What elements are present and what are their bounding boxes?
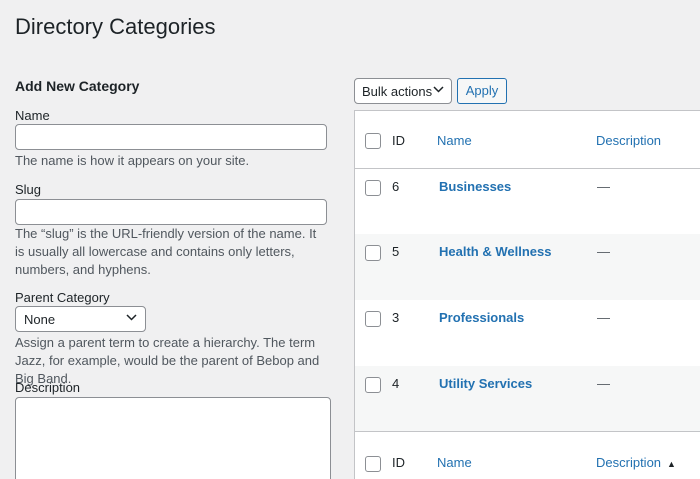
parent-category-label: Parent Category xyxy=(15,290,110,305)
table-row: 4 Utility Services — xyxy=(355,366,700,431)
row-checkbox[interactable] xyxy=(365,180,381,196)
sort-ascending-icon: ▲ xyxy=(667,459,676,469)
page-title: Directory Categories xyxy=(15,14,216,39)
chevron-down-icon xyxy=(433,86,444,93)
footer-column-name-sort[interactable]: Name xyxy=(437,455,472,470)
slug-help: The “slug” is the URL-friendly version o… xyxy=(15,226,317,277)
column-description-sort[interactable]: Description xyxy=(596,133,661,148)
table-row: 3 Professionals — xyxy=(355,300,700,366)
select-all-checkbox[interactable] xyxy=(365,133,381,149)
row-checkbox[interactable] xyxy=(365,311,381,327)
name-label: Name xyxy=(15,108,50,123)
bulk-actions-select[interactable]: Bulk actions xyxy=(354,78,452,104)
row-name-link[interactable]: Utility Services xyxy=(439,376,532,391)
categories-table: ID Name Description 6 Businesses — 5 Hea… xyxy=(354,110,700,479)
row-checkbox[interactable] xyxy=(365,245,381,261)
column-id: ID xyxy=(392,133,405,148)
row-description: — xyxy=(597,244,610,259)
row-checkbox[interactable] xyxy=(365,377,381,393)
description-textarea[interactable] xyxy=(15,397,331,479)
description-label: Description xyxy=(15,380,81,395)
row-name-link[interactable]: Businesses xyxy=(439,179,511,194)
chevron-down-icon xyxy=(126,314,137,321)
footer-column-description-label: Description xyxy=(596,455,662,470)
row-description: — xyxy=(597,376,610,391)
row-id: 3 xyxy=(392,310,400,325)
name-help: The name is how it appears on your site. xyxy=(15,153,250,168)
table-header: ID Name Description xyxy=(355,111,700,169)
apply-button[interactable]: Apply xyxy=(457,78,507,104)
table-row: 6 Businesses — xyxy=(355,168,700,234)
row-name-link[interactable]: Professionals xyxy=(439,310,524,325)
form-heading: Add New Category xyxy=(15,78,140,94)
parent-category-value: None xyxy=(24,312,56,327)
row-description: — xyxy=(597,310,610,325)
slug-label: Slug xyxy=(15,182,42,197)
parent-category-select[interactable]: None xyxy=(15,306,146,332)
bulk-actions-value: Bulk actions xyxy=(362,84,433,99)
row-id: 5 xyxy=(392,244,400,259)
name-input[interactable] xyxy=(15,124,327,150)
select-all-checkbox-footer[interactable] xyxy=(365,456,381,472)
row-name-link[interactable]: Health & Wellness xyxy=(439,244,551,259)
footer-column-id: ID xyxy=(392,455,405,470)
table-row: 5 Health & Wellness — xyxy=(355,234,700,300)
column-name-sort[interactable]: Name xyxy=(437,133,472,148)
row-description: — xyxy=(597,179,610,194)
footer-column-description-sort[interactable]: Description ▲ xyxy=(596,455,676,470)
page: Directory Categories Add New Category Na… xyxy=(0,0,700,479)
table-footer: ID Name Description ▲ xyxy=(355,431,700,479)
row-id: 6 xyxy=(392,179,400,194)
slug-input[interactable] xyxy=(15,199,327,225)
row-id: 4 xyxy=(392,376,400,391)
